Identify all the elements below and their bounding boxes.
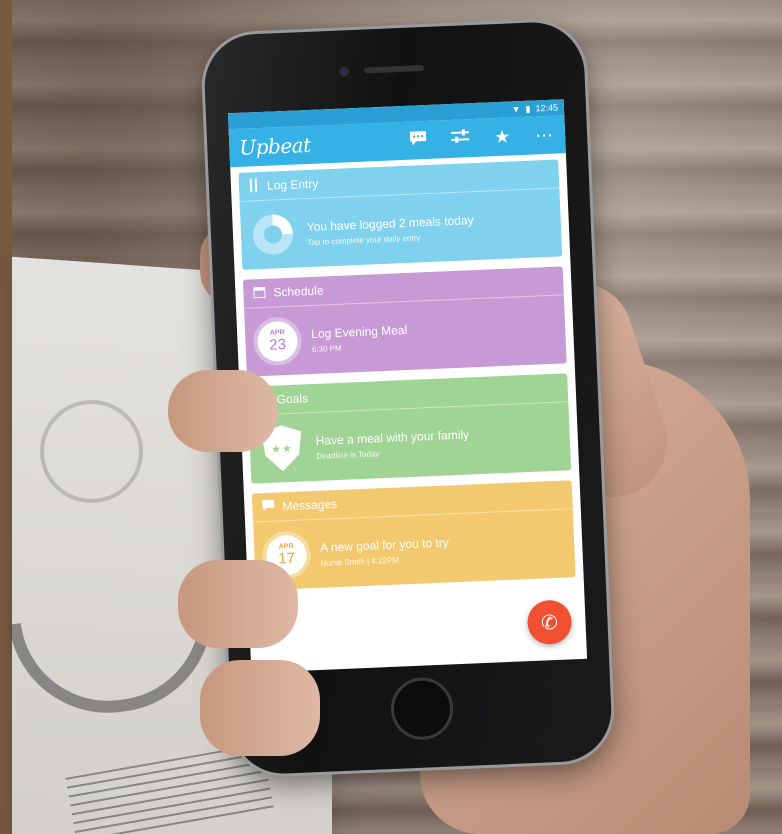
more-icon[interactable]: ⋯ [533, 124, 556, 146]
card-header-label: Schedule [273, 283, 324, 300]
fork-knife-icon [249, 177, 260, 195]
card-header-label: Goals [276, 391, 309, 407]
wood-edge [0, 0, 12, 834]
earpiece [364, 65, 425, 74]
app-logo: Upbeat [238, 132, 312, 160]
messages-card[interactable]: Messages APR 17 A new goal for you to tr… [251, 480, 576, 591]
wifi-icon: ▼ [511, 104, 521, 115]
date-day: 17 [277, 549, 296, 568]
card-subtitle: 6:30 PM [311, 343, 342, 354]
sliders-icon[interactable] [449, 128, 472, 150]
date-day: 23 [268, 336, 287, 354]
front-camera [339, 66, 350, 77]
card-header-label: Log Entry [266, 176, 319, 193]
card-subtitle: Nurse Smith | 4:22PM [320, 555, 400, 568]
card-title: You have logged 2 meals today [306, 212, 474, 234]
battery-icon: ▮ [525, 103, 531, 114]
hand-finger-ring [200, 660, 320, 756]
calendar-icon [253, 285, 266, 300]
home-button[interactable] [389, 676, 455, 741]
paper-logo-mark [40, 400, 143, 503]
card-subtitle: Tap to complete your daily entry [307, 232, 421, 247]
card-header-label: Messages [282, 497, 338, 514]
star-icon[interactable]: ★ [491, 126, 514, 148]
card-subtitle: Deadline is Today [316, 448, 380, 461]
call-button[interactable]: ✆ [526, 599, 573, 646]
date-badge: APR 23 [256, 320, 299, 363]
hand-finger-middle [178, 560, 298, 648]
card-title: Have a meal with your family [315, 426, 470, 448]
chat-icon[interactable] [407, 129, 430, 151]
status-time: 12:45 [535, 102, 559, 114]
card-title: A new goal for you to try [319, 534, 450, 555]
meal-progress-donut [252, 213, 294, 256]
photo-background: ▼ ▮ 12:45 Upbeat ★ ⋯ Log Entry You have … [0, 0, 782, 834]
goals-card[interactable]: ★ Goals ★★ Have a meal with your family … [247, 373, 572, 484]
card-title: Log Evening Meal [310, 322, 408, 341]
schedule-card[interactable]: Schedule APR 23 Log Evening Meal 6:30 PM [242, 266, 567, 377]
phone-icon: ✆ [540, 611, 559, 635]
message-icon [262, 499, 275, 514]
log-entry-card[interactable]: Log Entry You have logged 2 meals today … [238, 159, 563, 270]
hand-finger-index [168, 370, 278, 452]
